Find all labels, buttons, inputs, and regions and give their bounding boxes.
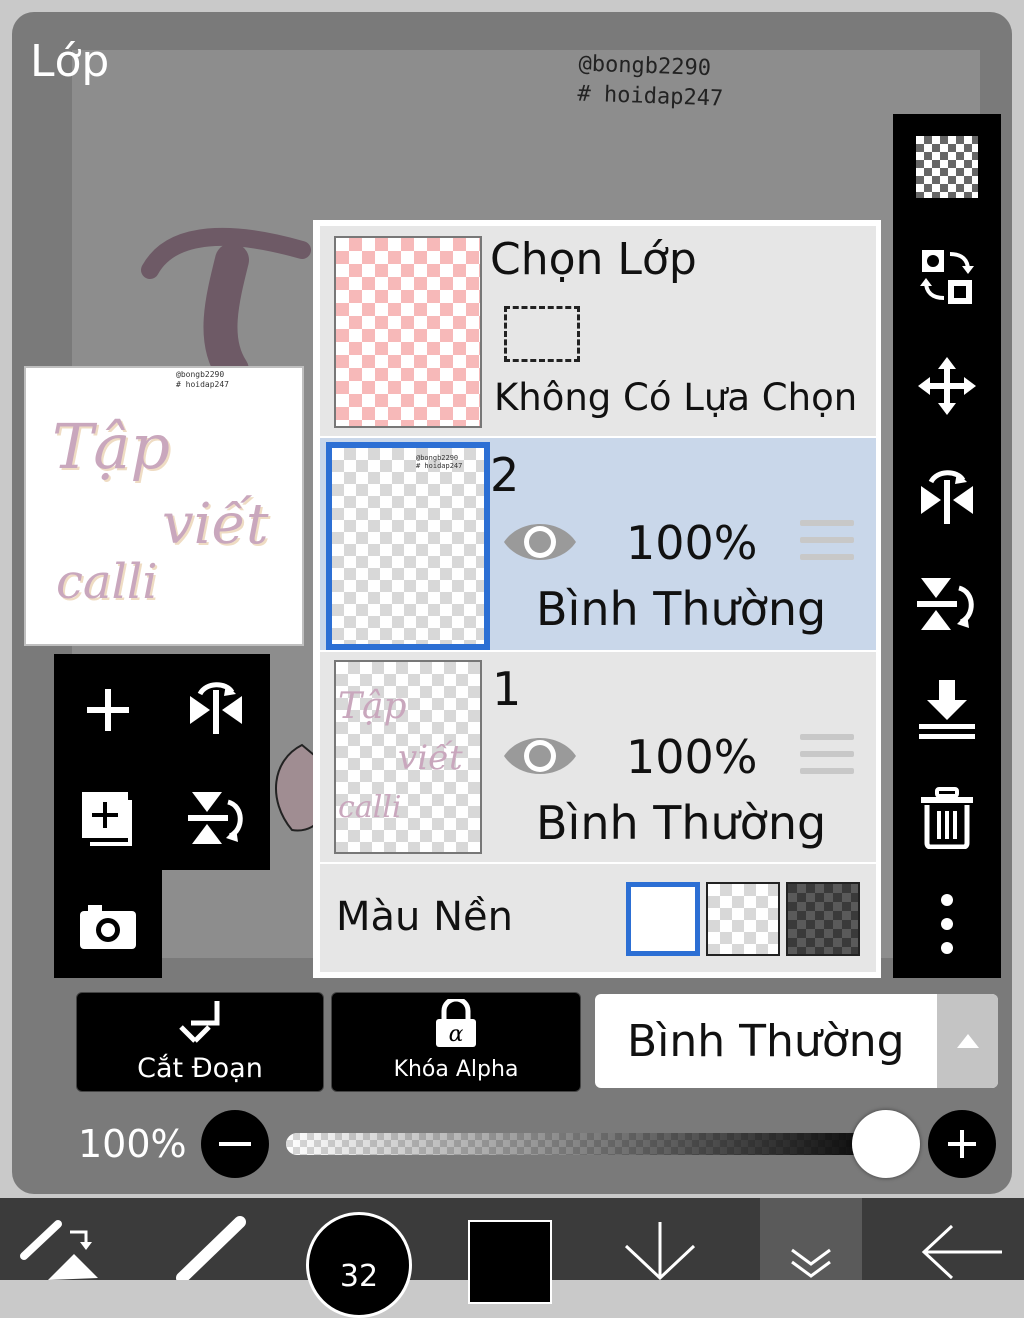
canvas-watermark: @bongb2290 # hoidap247: [577, 49, 725, 114]
more-options-button[interactable]: [917, 894, 977, 954]
layer-number: 2: [490, 448, 520, 502]
arrow-left-icon: [921, 1224, 1002, 1280]
flip-horizontal-icon: [921, 470, 973, 524]
clip-arrow-icon: [179, 1001, 220, 1043]
add-copy-layer-button[interactable]: [78, 788, 138, 848]
layer-blend-mode: Bình Thường: [536, 582, 827, 636]
opacity-value-label: 100%: [78, 1122, 187, 1166]
layer-thumbnail: Tập viết calli: [334, 660, 482, 854]
color-swatch-button[interactable]: [468, 1220, 552, 1304]
back-button[interactable]: [918, 1224, 1004, 1284]
tool-switch-button[interactable]: [18, 1216, 108, 1284]
brush-icon: [176, 1216, 246, 1284]
opacity-slider-thumb[interactable]: [852, 1110, 920, 1178]
camera-layer-button[interactable]: [78, 896, 138, 956]
bg-color-dark-option[interactable]: [786, 882, 860, 956]
minus-icon: [219, 1142, 251, 1146]
flip-horizontal-icon: [190, 682, 242, 734]
move-icon: [918, 357, 976, 415]
preview-art-line1: Tập: [52, 410, 171, 483]
arrow-down-icon: [624, 1222, 696, 1281]
selection-marquee-icon: [504, 306, 580, 362]
eye-icon: [504, 738, 576, 774]
selection-layer-title: Chọn Lớp: [490, 234, 697, 285]
delete-layer-button[interactable]: [917, 787, 977, 849]
clipping-button[interactable]: Cắt Đoạn: [76, 992, 324, 1092]
blend-mode-value: Bình Thường: [627, 1016, 905, 1067]
bg-color-transparent-option[interactable]: [706, 882, 780, 956]
preview-art-line3: calli: [56, 554, 158, 610]
transparency-button[interactable]: [916, 136, 978, 198]
add-layer-button[interactable]: [78, 680, 138, 740]
blend-mode-dropdown-arrow[interactable]: [937, 994, 998, 1088]
visibility-toggle[interactable]: [502, 730, 578, 786]
layer-thumbnail: @bongb2290 # hoidap247: [326, 442, 490, 650]
bg-color-white-option[interactable]: [626, 882, 700, 956]
merge-down-icon: [919, 680, 975, 739]
layer-opacity: 100%: [626, 516, 758, 570]
flip-vertical-button[interactable]: [186, 788, 246, 848]
camera-icon: [80, 905, 136, 949]
thumb-art-line1: Tập: [338, 686, 407, 727]
preview-watermark-line1: @bongb2290: [176, 370, 225, 379]
visibility-toggle[interactable]: [502, 516, 578, 572]
layers-panel-button[interactable]: [760, 1198, 862, 1280]
background-color-row: Màu Nền: [320, 864, 876, 972]
plus-icon: [87, 689, 129, 731]
duplicate-layer-icon: [82, 792, 132, 846]
lock-icon: α: [436, 999, 476, 1047]
selection-layer-row[interactable]: Chọn Lớp Không Có Lựa Chọn: [320, 226, 876, 436]
flip-vertical-layer-button[interactable]: [917, 574, 977, 634]
brush-tool-button[interactable]: [170, 1216, 250, 1284]
panel-title: Lớp: [30, 36, 110, 87]
clipping-label: Cắt Đoạn: [137, 1053, 263, 1084]
flip-vertical-icon: [188, 792, 243, 844]
canvas-preview[interactable]: @bongb2290 # hoidap247 Tập viết calli: [24, 366, 304, 646]
swap-layers-icon: [920, 250, 974, 304]
flip-vertical-icon: [917, 578, 974, 630]
more-vertical-icon: [941, 894, 953, 954]
layer-drag-handle[interactable]: [800, 734, 854, 778]
trash-icon: [921, 787, 973, 849]
svg-text:α: α: [449, 1022, 464, 1047]
selection-status: Không Có Lựa Chọn: [494, 376, 858, 419]
thumb-watermark-line2: # hoidap247: [416, 462, 463, 470]
thumb-art-line2: viết: [398, 738, 463, 778]
brush-eraser-toggle-icon: [20, 1220, 98, 1280]
background-color-label: Màu Nền: [336, 894, 513, 940]
thumb-art-line3: calli: [338, 790, 402, 825]
canvas-watermark-line2: # hoidap247: [577, 81, 724, 112]
merge-down-button[interactable]: [917, 680, 977, 740]
alpha-lock-button[interactable]: α Khóa Alpha: [331, 992, 581, 1092]
alpha-lock-label: Khóa Alpha: [393, 1057, 519, 1082]
layer-row[interactable]: Tập viết calli 1 100% Bình Thường: [320, 652, 876, 862]
opacity-increase-button[interactable]: [928, 1110, 996, 1178]
layer-opacity: 100%: [626, 730, 758, 784]
brush-size-button[interactable]: 32: [306, 1212, 412, 1318]
preview-art-line2: viết: [162, 492, 269, 557]
eye-icon: [504, 524, 576, 560]
triangle-up-icon: [956, 1034, 979, 1048]
thumb-watermark-line1: @bongb2290: [416, 454, 459, 462]
preview-watermark-line2: # hoidap247: [176, 380, 229, 389]
layer-blend-mode: Bình Thường: [536, 796, 827, 850]
selection-layer-thumbnail: [334, 236, 482, 428]
flip-horizontal-button[interactable]: [186, 680, 246, 740]
double-chevron-down-icon: [791, 1248, 831, 1278]
layer-number: 1: [492, 662, 522, 716]
brush-size-value: 32: [339, 1259, 379, 1294]
opacity-decrease-button[interactable]: [201, 1110, 269, 1178]
layer-down-button[interactable]: [622, 1222, 698, 1284]
plus-icon: [948, 1130, 976, 1158]
flip-horizontal-layer-button[interactable]: [917, 466, 977, 526]
move-layer-button[interactable]: [917, 356, 977, 416]
canvas-artwork-strokes: [141, 227, 311, 380]
opacity-slider-track[interactable]: [286, 1133, 898, 1155]
layer-drag-handle[interactable]: [800, 520, 854, 564]
layer-row[interactable]: @bongb2290 # hoidap247 2 100% Bình Thườn…: [320, 438, 876, 650]
blend-mode-select[interactable]: Bình Thường: [595, 994, 998, 1088]
swap-layer-button[interactable]: [917, 246, 977, 306]
